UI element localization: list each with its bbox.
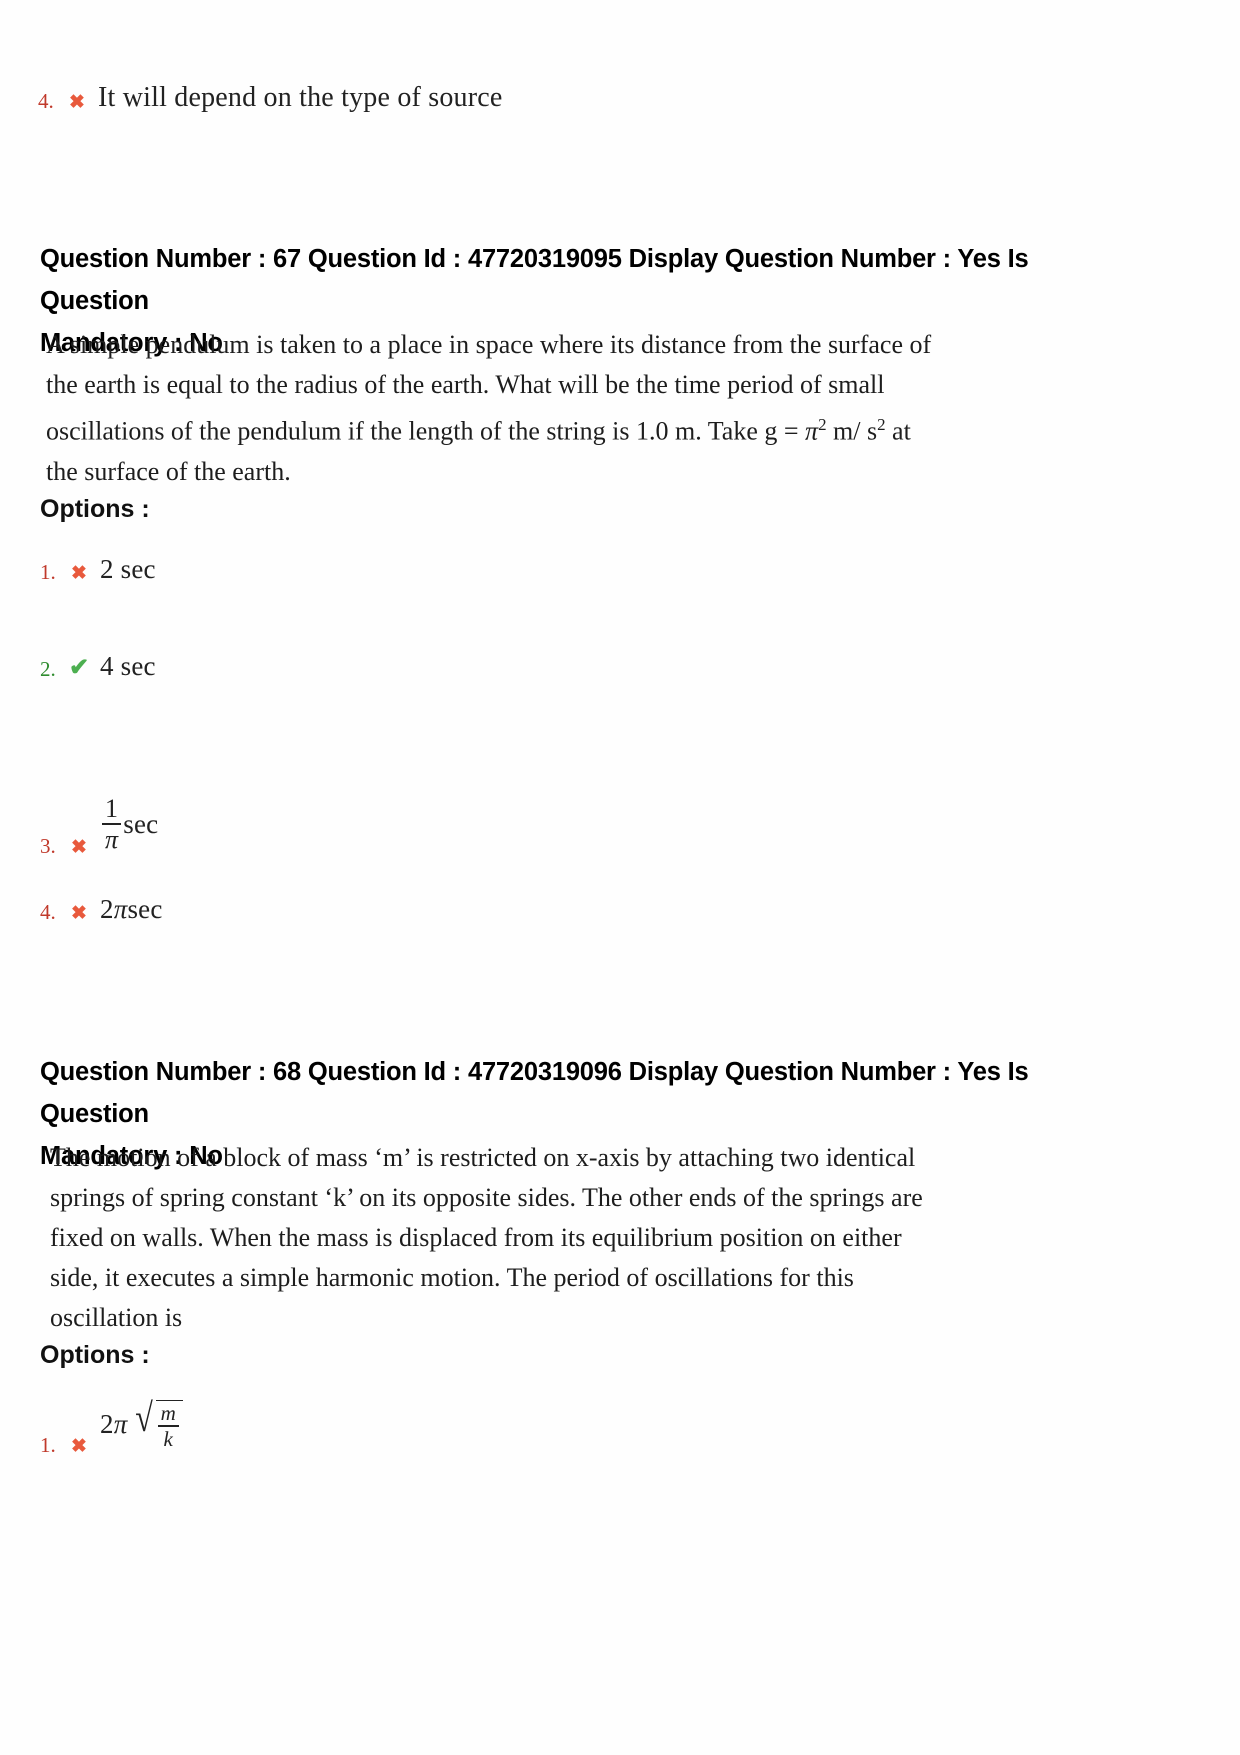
question-body-line-with-math: oscillations of the pendulum if the leng… — [46, 405, 911, 452]
fraction: m k — [157, 1401, 179, 1451]
question-body-line: side, it executes a simple harmonic moti… — [50, 1263, 854, 1292]
question-body-line: the earth is equal to the radius of the … — [46, 370, 885, 399]
fraction-numerator: m — [160, 1401, 176, 1425]
cross-icon: ✖ — [71, 563, 87, 584]
question-body-line: The motion of a block of mass ‘m’ is res… — [50, 1143, 916, 1172]
coefficient: 2 — [100, 894, 114, 924]
option-math: 1 π sec — [100, 796, 158, 857]
gravity-symbol: π — [805, 416, 819, 446]
options-label-67: Options : — [40, 495, 150, 523]
question-body-line: A simple pendulum is taken to a place in… — [46, 330, 932, 359]
square-root: √ m k — [133, 1395, 183, 1451]
gravity-units-prefix: m/ s — [826, 416, 878, 446]
check-icon: ✔ — [68, 655, 90, 681]
question-body-68: The motion of a block of mass ‘m’ is res… — [50, 1138, 923, 1338]
gravity-units-exponent: 2 — [877, 415, 886, 434]
options-label-68: Options : — [40, 1341, 150, 1369]
fraction: 1 π — [102, 794, 122, 854]
option-text: It will depend on the type of source — [98, 82, 503, 113]
unit-label: sec — [123, 809, 159, 839]
option-row[interactable]: 1. ✖ 2 sec — [40, 554, 156, 584]
option-math: 2πsec — [100, 896, 163, 923]
gravity-exponent: 2 — [818, 415, 827, 434]
option-number: 4. — [38, 89, 54, 113]
cross-icon: ✖ — [69, 92, 85, 113]
question-body-line-text: oscillations of the pendulum if the leng… — [46, 416, 806, 446]
option-math: 2π √ m k — [100, 1395, 183, 1456]
radicand: m k — [155, 1400, 183, 1451]
cross-icon: ✖ — [71, 903, 87, 924]
option-number: 4. — [40, 900, 56, 924]
radical-icon: √ — [135, 1395, 154, 1440]
option-text: 4 sec — [100, 651, 156, 681]
option-row[interactable]: 1. ✖ 2π √ m k — [40, 1395, 183, 1457]
fraction-denominator: π — [105, 825, 119, 854]
question-body-67: A simple pendulum is taken to a place in… — [46, 325, 932, 492]
question-body-line: springs of spring constant ‘k’ on its op… — [50, 1183, 923, 1212]
option-row[interactable]: 4. ✖ 2πsec — [40, 896, 163, 924]
question-body-line: the surface of the earth. — [46, 456, 291, 486]
option-text: 2 sec — [100, 554, 156, 584]
option-number: 1. — [40, 1432, 56, 1457]
option-row[interactable]: 4. ✖ It will depend on the type of sourc… — [38, 82, 503, 113]
pi-symbol: π — [113, 894, 128, 924]
fraction-numerator: 1 — [105, 794, 119, 823]
option-number: 2. — [40, 657, 56, 681]
option-row[interactable]: 3. ✖ 1 π sec — [40, 796, 158, 858]
pi-symbol: π — [113, 1409, 128, 1440]
question-body-line: oscillation is — [50, 1303, 183, 1332]
question-header-line1: Question Number : 67 Question Id : 47720… — [40, 245, 1029, 315]
fraction-denominator: k — [163, 1426, 174, 1451]
option-number: 1. — [40, 560, 56, 584]
option-number: 3. — [40, 834, 56, 858]
question-header-line1: Question Number : 68 Question Id : 47720… — [40, 1058, 1029, 1128]
document-page: 4. ✖ It will depend on the type of sourc… — [0, 0, 1240, 1755]
option-row[interactable]: 2. ✔ 4 sec — [40, 651, 156, 681]
unit-label: sec — [127, 894, 163, 924]
cross-icon: ✖ — [71, 1435, 87, 1457]
gravity-units-suffix: at — [885, 416, 911, 446]
question-body-line: fixed on walls. When the mass is displac… — [50, 1223, 902, 1252]
coefficient: 2 — [100, 1409, 114, 1440]
cross-icon: ✖ — [71, 837, 87, 858]
